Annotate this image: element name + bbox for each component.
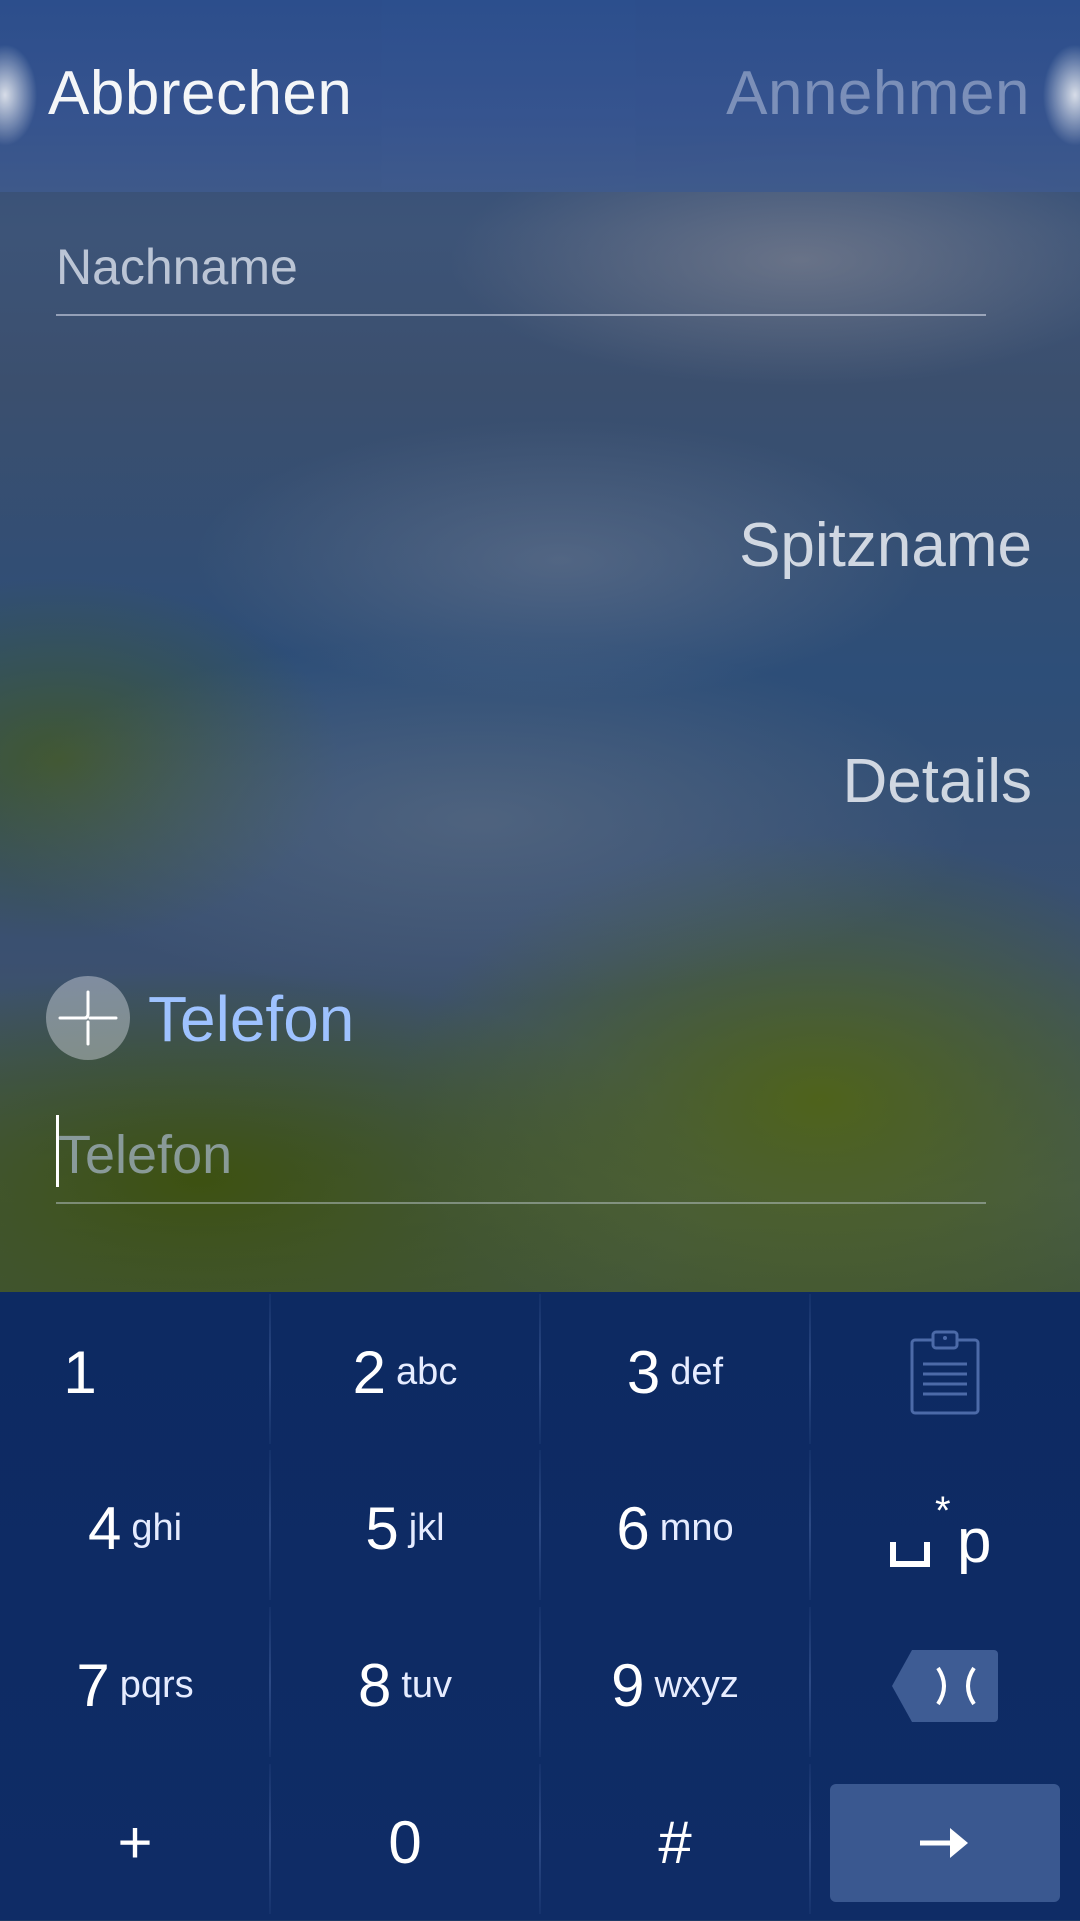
pause-wait-key[interactable]: * p [810, 1450, 1080, 1607]
key-number: 3 [626, 1339, 661, 1406]
key-number: 0 [388, 1809, 422, 1876]
clipboard-icon [910, 1330, 980, 1414]
key-plus[interactable]: + [0, 1764, 270, 1921]
backspace-icon [892, 1649, 998, 1722]
accept-button[interactable]: Annehmen [726, 58, 1030, 129]
key-letters: tuv [401, 1664, 453, 1706]
key-2[interactable]: 2 abc [270, 1294, 540, 1451]
header-glow-right [1040, 40, 1080, 150]
nickname-button[interactable]: Spitzname [739, 510, 1032, 581]
key-number: # [658, 1809, 692, 1876]
key-number: + [117, 1809, 153, 1876]
phone-section-title[interactable]: Telefon [148, 982, 354, 1056]
cancel-button[interactable]: Abbrechen [48, 58, 352, 129]
key-number: 2 [352, 1339, 387, 1406]
backspace-key[interactable] [810, 1607, 1080, 1764]
key-number: 6 [616, 1495, 650, 1562]
key-3[interactable]: 3 def [540, 1294, 810, 1451]
key-number: 7 [76, 1652, 110, 1719]
key-1[interactable]: 1 [0, 1294, 270, 1451]
key-number: 8 [357, 1652, 392, 1719]
add-phone-icon[interactable] [46, 976, 130, 1060]
key-letters: mno [659, 1507, 734, 1549]
pause-wait-icon: * p [890, 1489, 991, 1574]
key-number: 9 [611, 1652, 645, 1719]
key-letters: pqrs [119, 1664, 194, 1706]
enter-icon [920, 1828, 968, 1858]
key-hash[interactable]: # [540, 1764, 810, 1921]
phone-underline [56, 1202, 986, 1204]
key-number: 1 [63, 1339, 97, 1406]
lastname-field[interactable]: Nachname [56, 238, 298, 296]
key-letters: wxyz [654, 1664, 739, 1706]
key-4[interactable]: 4 ghi [0, 1450, 270, 1607]
dialog-header: Abbrechen Annehmen [0, 0, 1080, 192]
paste-key[interactable] [810, 1294, 1080, 1451]
phone-field[interactable]: Telefon [58, 1124, 232, 1186]
svg-text:*: * [935, 1489, 951, 1533]
key-6[interactable]: 6 mno [540, 1450, 810, 1607]
key-number: 4 [87, 1495, 122, 1562]
key-letters: ghi [131, 1507, 183, 1549]
key-5[interactable]: 5 jkl [270, 1450, 540, 1607]
svg-text:p: p [957, 1507, 991, 1574]
key-letters: def [670, 1351, 724, 1393]
key-9[interactable]: 9 wxyz [540, 1607, 810, 1764]
lastname-underline [56, 314, 986, 316]
key-letters: abc [396, 1351, 458, 1393]
enter-key[interactable] [830, 1784, 1060, 1902]
key-8[interactable]: 8 tuv [270, 1607, 540, 1764]
details-button[interactable]: Details [842, 746, 1032, 817]
header-glow-left [0, 40, 40, 150]
key-letters: jkl [408, 1507, 445, 1549]
key-7[interactable]: 7 pqrs [0, 1607, 270, 1764]
key-number: 5 [365, 1495, 399, 1562]
key-0[interactable]: 0 [270, 1764, 540, 1921]
